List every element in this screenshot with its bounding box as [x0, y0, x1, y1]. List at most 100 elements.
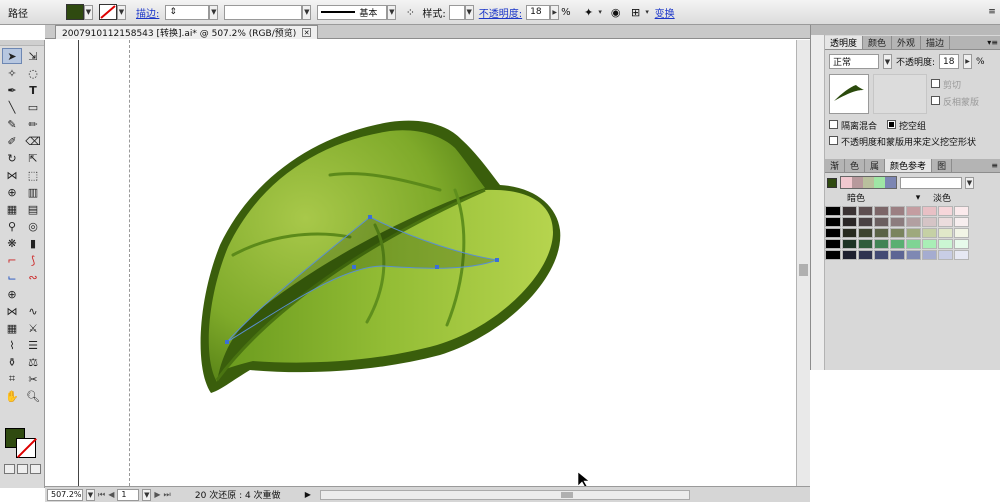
rotate-tool-icon[interactable]: ↻: [2, 150, 22, 166]
color-variation-swatch[interactable]: [938, 217, 953, 227]
color-variation-swatch[interactable]: [858, 228, 873, 238]
tab-transparency[interactable]: 透明度: [825, 36, 864, 49]
width-tool-icon[interactable]: ⋈: [2, 167, 22, 183]
variable-width-dropdown-icon[interactable]: ▼: [302, 4, 312, 20]
color-variation-swatch[interactable]: [890, 228, 905, 238]
mesh-tool-icon[interactable]: ▦: [2, 201, 22, 217]
color-variation-swatch[interactable]: [874, 217, 889, 227]
color-variation-swatch[interactable]: [874, 250, 889, 260]
opacity-field[interactable]: 18: [526, 4, 551, 20]
stroke-label[interactable]: 描边:: [136, 5, 159, 20]
color-variation-swatch[interactable]: [954, 250, 969, 260]
tab-layers[interactable]: 图: [932, 159, 953, 172]
live-paint-selection-alt-icon[interactable]: ∾: [23, 269, 43, 285]
fill-swatch[interactable]: [66, 4, 84, 20]
recolor-dropdown-icon[interactable]: ▾: [597, 5, 604, 20]
harmony-bar[interactable]: [840, 176, 897, 189]
leaf-artwork[interactable]: [45, 40, 796, 486]
harmony-swatch[interactable]: [863, 177, 874, 188]
color-variation-swatch[interactable]: [842, 228, 857, 238]
selection-tool-icon[interactable]: ➤: [2, 48, 22, 64]
status-menu-icon[interactable]: ▶: [305, 490, 311, 499]
vertical-scrollbar[interactable]: [796, 40, 810, 486]
live-paint-alt-icon[interactable]: ⌙: [2, 269, 22, 285]
tab-stroke[interactable]: 描边: [921, 36, 951, 49]
harmony-swatch[interactable]: [852, 177, 863, 188]
tab-color[interactable]: 颜色: [863, 36, 893, 49]
artboard-field[interactable]: 1: [117, 488, 140, 501]
color-variation-swatch[interactable]: [858, 250, 873, 260]
column-graph-tool-icon[interactable]: ▮: [23, 235, 43, 251]
scrollbar-thumb[interactable]: [799, 264, 808, 276]
brush-field[interactable]: 基本: [317, 4, 388, 20]
color-variation-swatch[interactable]: [954, 228, 969, 238]
color-variation-swatch[interactable]: [906, 206, 921, 216]
color-variation-swatch[interactable]: [922, 239, 937, 249]
shape-builder-tool-icon[interactable]: ⊕: [2, 184, 22, 200]
harmony-rules-select[interactable]: [900, 176, 962, 189]
tab-color-guide[interactable]: 颜色参考: [885, 159, 933, 172]
tab-swatches[interactable]: 色: [845, 159, 866, 172]
color-variation-swatch[interactable]: [890, 206, 905, 216]
pencil-tool-icon[interactable]: ✏: [23, 116, 43, 132]
scale-tool-icon[interactable]: ⇱: [23, 150, 43, 166]
crop-tool-icon[interactable]: ⌗: [2, 371, 22, 387]
align-stroke-icon[interactable]: ⁘: [402, 4, 418, 20]
blend-mode-dropdown-icon[interactable]: ▼: [883, 54, 892, 69]
direct-selection-tool-icon[interactable]: ⇲: [23, 48, 43, 64]
scrollbar-thumb[interactable]: [560, 491, 573, 498]
horizontal-scrollbar[interactable]: [319, 489, 690, 500]
color-variation-swatch[interactable]: [906, 250, 921, 260]
color-variation-swatch[interactable]: [858, 217, 873, 227]
knife-tool-icon[interactable]: ⚔: [23, 320, 43, 336]
color-variation-swatch[interactable]: [906, 239, 921, 249]
close-tab-icon[interactable]: ✕: [302, 28, 312, 37]
blend-mode-select[interactable]: 正常: [829, 54, 879, 69]
color-variation-swatch[interactable]: [842, 250, 857, 260]
tab-attributes[interactable]: 属: [865, 159, 886, 172]
zoom-field[interactable]: 507.2%: [47, 488, 83, 501]
color-variation-swatch[interactable]: [906, 228, 921, 238]
panel-dock-header[interactable]: [811, 25, 1000, 35]
isolate-object-icon[interactable]: ◉: [608, 4, 624, 20]
eyedropper-tool-icon[interactable]: ⚲: [2, 218, 22, 234]
pen-tool-icon[interactable]: ✒: [2, 82, 22, 98]
zoom-dropdown-icon[interactable]: ▼: [86, 488, 95, 501]
stroke-swatch[interactable]: [99, 4, 117, 20]
anchor-point[interactable]: [368, 215, 372, 219]
stroke-weight-field[interactable]: ⇕: [165, 4, 210, 20]
invert-mask-checkbox[interactable]: [931, 96, 940, 105]
zoom-tool-icon[interactable]: 🔍︎: [23, 388, 43, 404]
anchor-point[interactable]: [435, 265, 439, 269]
scissors-tool-icon[interactable]: ✂: [23, 371, 43, 387]
color-variation-swatch[interactable]: [858, 239, 873, 249]
chart-tool-icon[interactable]: ▦: [2, 320, 22, 336]
align-dropdown-icon[interactable]: ▾: [644, 5, 651, 20]
anchor-point[interactable]: [225, 340, 229, 344]
color-variation-swatch[interactable]: [842, 239, 857, 249]
free-transform-tool-icon[interactable]: ⬚: [23, 167, 43, 183]
blend-tool-icon[interactable]: ◎: [23, 218, 43, 234]
color-variation-swatch[interactable]: [890, 250, 905, 260]
color-variation-swatch[interactable]: [922, 228, 937, 238]
perspective-grid-tool-icon[interactable]: ▥: [23, 184, 43, 200]
blob-brush-tool-icon[interactable]: ✐: [2, 133, 22, 149]
magic-wand-tool-icon[interactable]: ✧: [2, 65, 22, 81]
align-grid-icon[interactable]: ⊞: [628, 4, 644, 20]
color-mode-icon[interactable]: [4, 464, 15, 474]
color-variation-swatch[interactable]: [825, 217, 841, 227]
clip-checkbox[interactable]: [931, 79, 940, 88]
live-paint-selection-icon[interactable]: ⟆: [23, 252, 43, 268]
color-variation-swatch[interactable]: [825, 228, 841, 238]
paintbrush-tool-icon[interactable]: ✎: [2, 116, 22, 132]
opacity-dropdown-icon[interactable]: ▶: [550, 4, 560, 20]
anchor-point[interactable]: [495, 258, 499, 262]
isolate-blending-checkbox[interactable]: [829, 120, 838, 129]
measure-tool-icon[interactable]: ⚖: [23, 354, 43, 370]
anchor-point[interactable]: [352, 265, 356, 269]
lasso-tool-icon[interactable]: ◌: [23, 65, 43, 81]
color-variation-swatch[interactable]: [922, 217, 937, 227]
color-variation-swatch[interactable]: [842, 206, 857, 216]
color-variation-swatch[interactable]: [825, 250, 841, 260]
tab-gradient[interactable]: 渐: [825, 159, 846, 172]
